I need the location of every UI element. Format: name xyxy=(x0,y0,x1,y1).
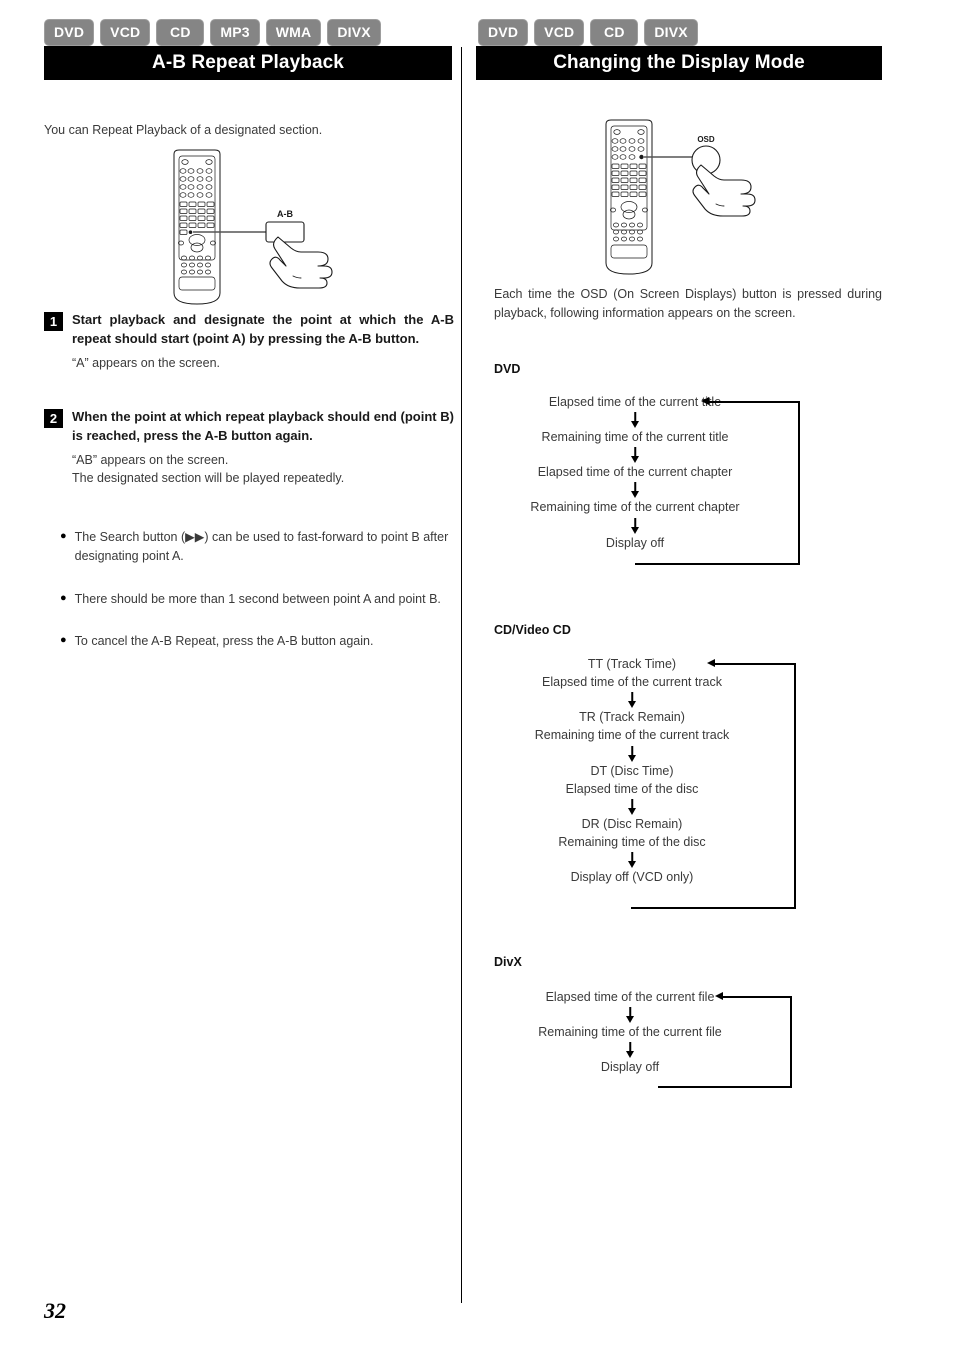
note-text: To cancel the A-B Repeat, press the A-B … xyxy=(74,634,374,649)
arrow-down-icon xyxy=(468,1006,792,1023)
format-badge-dvd: DVD xyxy=(44,19,95,46)
note-text: The Search button (▶▶) can be used to fa… xyxy=(74,530,449,564)
format-badge-vcd: VCD xyxy=(100,19,151,46)
flow-step: DT (Disc Time) Elapsed time of the disc xyxy=(565,763,699,796)
step-2-body-line-1: “AB” appears on the screen. xyxy=(72,452,229,467)
arrow-down-icon xyxy=(468,1041,792,1058)
remote-control-osd-illustration: OSD xyxy=(592,118,772,288)
flow-step: TR (Track Remain) Remaining time of the … xyxy=(534,710,730,743)
flow-step: Remaining time of the current chapter xyxy=(530,500,740,515)
arrow-down-icon xyxy=(470,517,800,534)
format-badge-mp3: MP3 xyxy=(210,19,260,46)
bullet-dot-icon: ● xyxy=(60,591,67,604)
format-badge-cd: CD xyxy=(590,19,639,46)
flow-label-cd-video-cd: CD/Video CD xyxy=(494,623,571,637)
callout-label-osd: OSD xyxy=(697,135,715,144)
format-badge-divx: DIVX xyxy=(327,19,381,46)
step-1-body: “A” appears on the screen. xyxy=(72,355,220,370)
notes-list: ● The Search button (▶▶) can be used to … xyxy=(60,528,454,675)
note-item: ● The Search button (▶▶) can be used to … xyxy=(60,528,454,567)
page-number: 32 xyxy=(44,1298,66,1323)
flow-step: DR (Disc Remain) Remaining time of the d… xyxy=(558,816,706,849)
remote-control-a-b-illustration: A-B xyxy=(160,148,350,318)
flow-diagram-divx: Elapsed time of the current file Remaini… xyxy=(468,988,880,1088)
step-2-body-line-2: The designated section will be played re… xyxy=(72,471,345,486)
arrow-down-icon xyxy=(468,798,796,815)
step-2: 2 When the point at which repeat playbac… xyxy=(44,408,454,488)
arrow-down-icon xyxy=(470,481,800,498)
format-badge-cd: CD xyxy=(156,19,205,46)
flow-step: Remaining time of the current title xyxy=(541,430,729,445)
left-format-badges: DVD VCD CD MP3 WMA DIVX xyxy=(44,19,381,46)
step-1-number: 1 xyxy=(44,312,63,331)
bullet-dot-icon: ● xyxy=(60,634,67,647)
arrow-down-icon xyxy=(468,691,796,708)
note-text: There should be more than 1 second betwe… xyxy=(74,591,441,606)
flow-label-dvd: DVD xyxy=(494,362,521,376)
flow-step: Elapsed time of the current chapter xyxy=(537,465,733,480)
format-badge-wma: WMA xyxy=(265,19,322,46)
arrow-down-icon xyxy=(470,446,800,463)
step-1: 1 Start playback and designate the point… xyxy=(44,311,454,372)
flow-step: Display off xyxy=(600,1060,660,1075)
arrow-down-icon xyxy=(468,851,796,868)
format-badge-dvd: DVD xyxy=(478,19,529,46)
bullet-dot-icon: ● xyxy=(60,530,67,542)
callout-label-a-b: A-B xyxy=(277,209,293,219)
flow-step: Elapsed time of the current file xyxy=(545,990,715,1004)
right-format-badges: DVD VCD CD DIVX xyxy=(478,19,698,46)
right-section-title: Changing the Display Mode xyxy=(476,46,882,80)
flow-diagram-dvd: Elapsed time of the current title Remain… xyxy=(470,393,882,565)
note-item: ● There should be more than 1 second bet… xyxy=(60,590,454,609)
flow-diagram-cd-video-cd: TT (Track Time) Elapsed time of the curr… xyxy=(468,655,880,909)
flow-step: Remaining time of the current file xyxy=(538,1025,722,1040)
left-intro-text: You can Repeat Playback of a designated … xyxy=(44,123,323,137)
column-divider xyxy=(461,47,462,1303)
flow-label-divx: DivX xyxy=(494,955,522,969)
arrow-down-icon xyxy=(470,411,800,428)
flow-step: Display off (VCD only) xyxy=(570,870,694,884)
step-2-title: When the point at which repeat playback … xyxy=(72,409,454,443)
flow-step: Display off xyxy=(605,535,665,550)
format-badge-vcd: VCD xyxy=(534,19,585,46)
format-badge-divx: DIVX xyxy=(644,19,698,46)
flow-step: Elapsed time of the current title xyxy=(548,395,722,409)
right-intro-text: Each time the OSD (On Screen Displays) b… xyxy=(494,287,882,320)
manual-page: DVD VCD CD MP3 WMA DIVX A-B Repeat Playb… xyxy=(0,0,954,1350)
flow-step: TT (Track Time) Elapsed time of the curr… xyxy=(542,657,722,690)
step-2-number: 2 xyxy=(44,409,63,428)
arrow-down-icon xyxy=(468,745,796,762)
step-1-title: Start playback and designate the point a… xyxy=(72,312,454,346)
note-item: ● To cancel the A-B Repeat, press the A-… xyxy=(60,632,454,651)
left-section-title: A-B Repeat Playback xyxy=(44,46,452,80)
